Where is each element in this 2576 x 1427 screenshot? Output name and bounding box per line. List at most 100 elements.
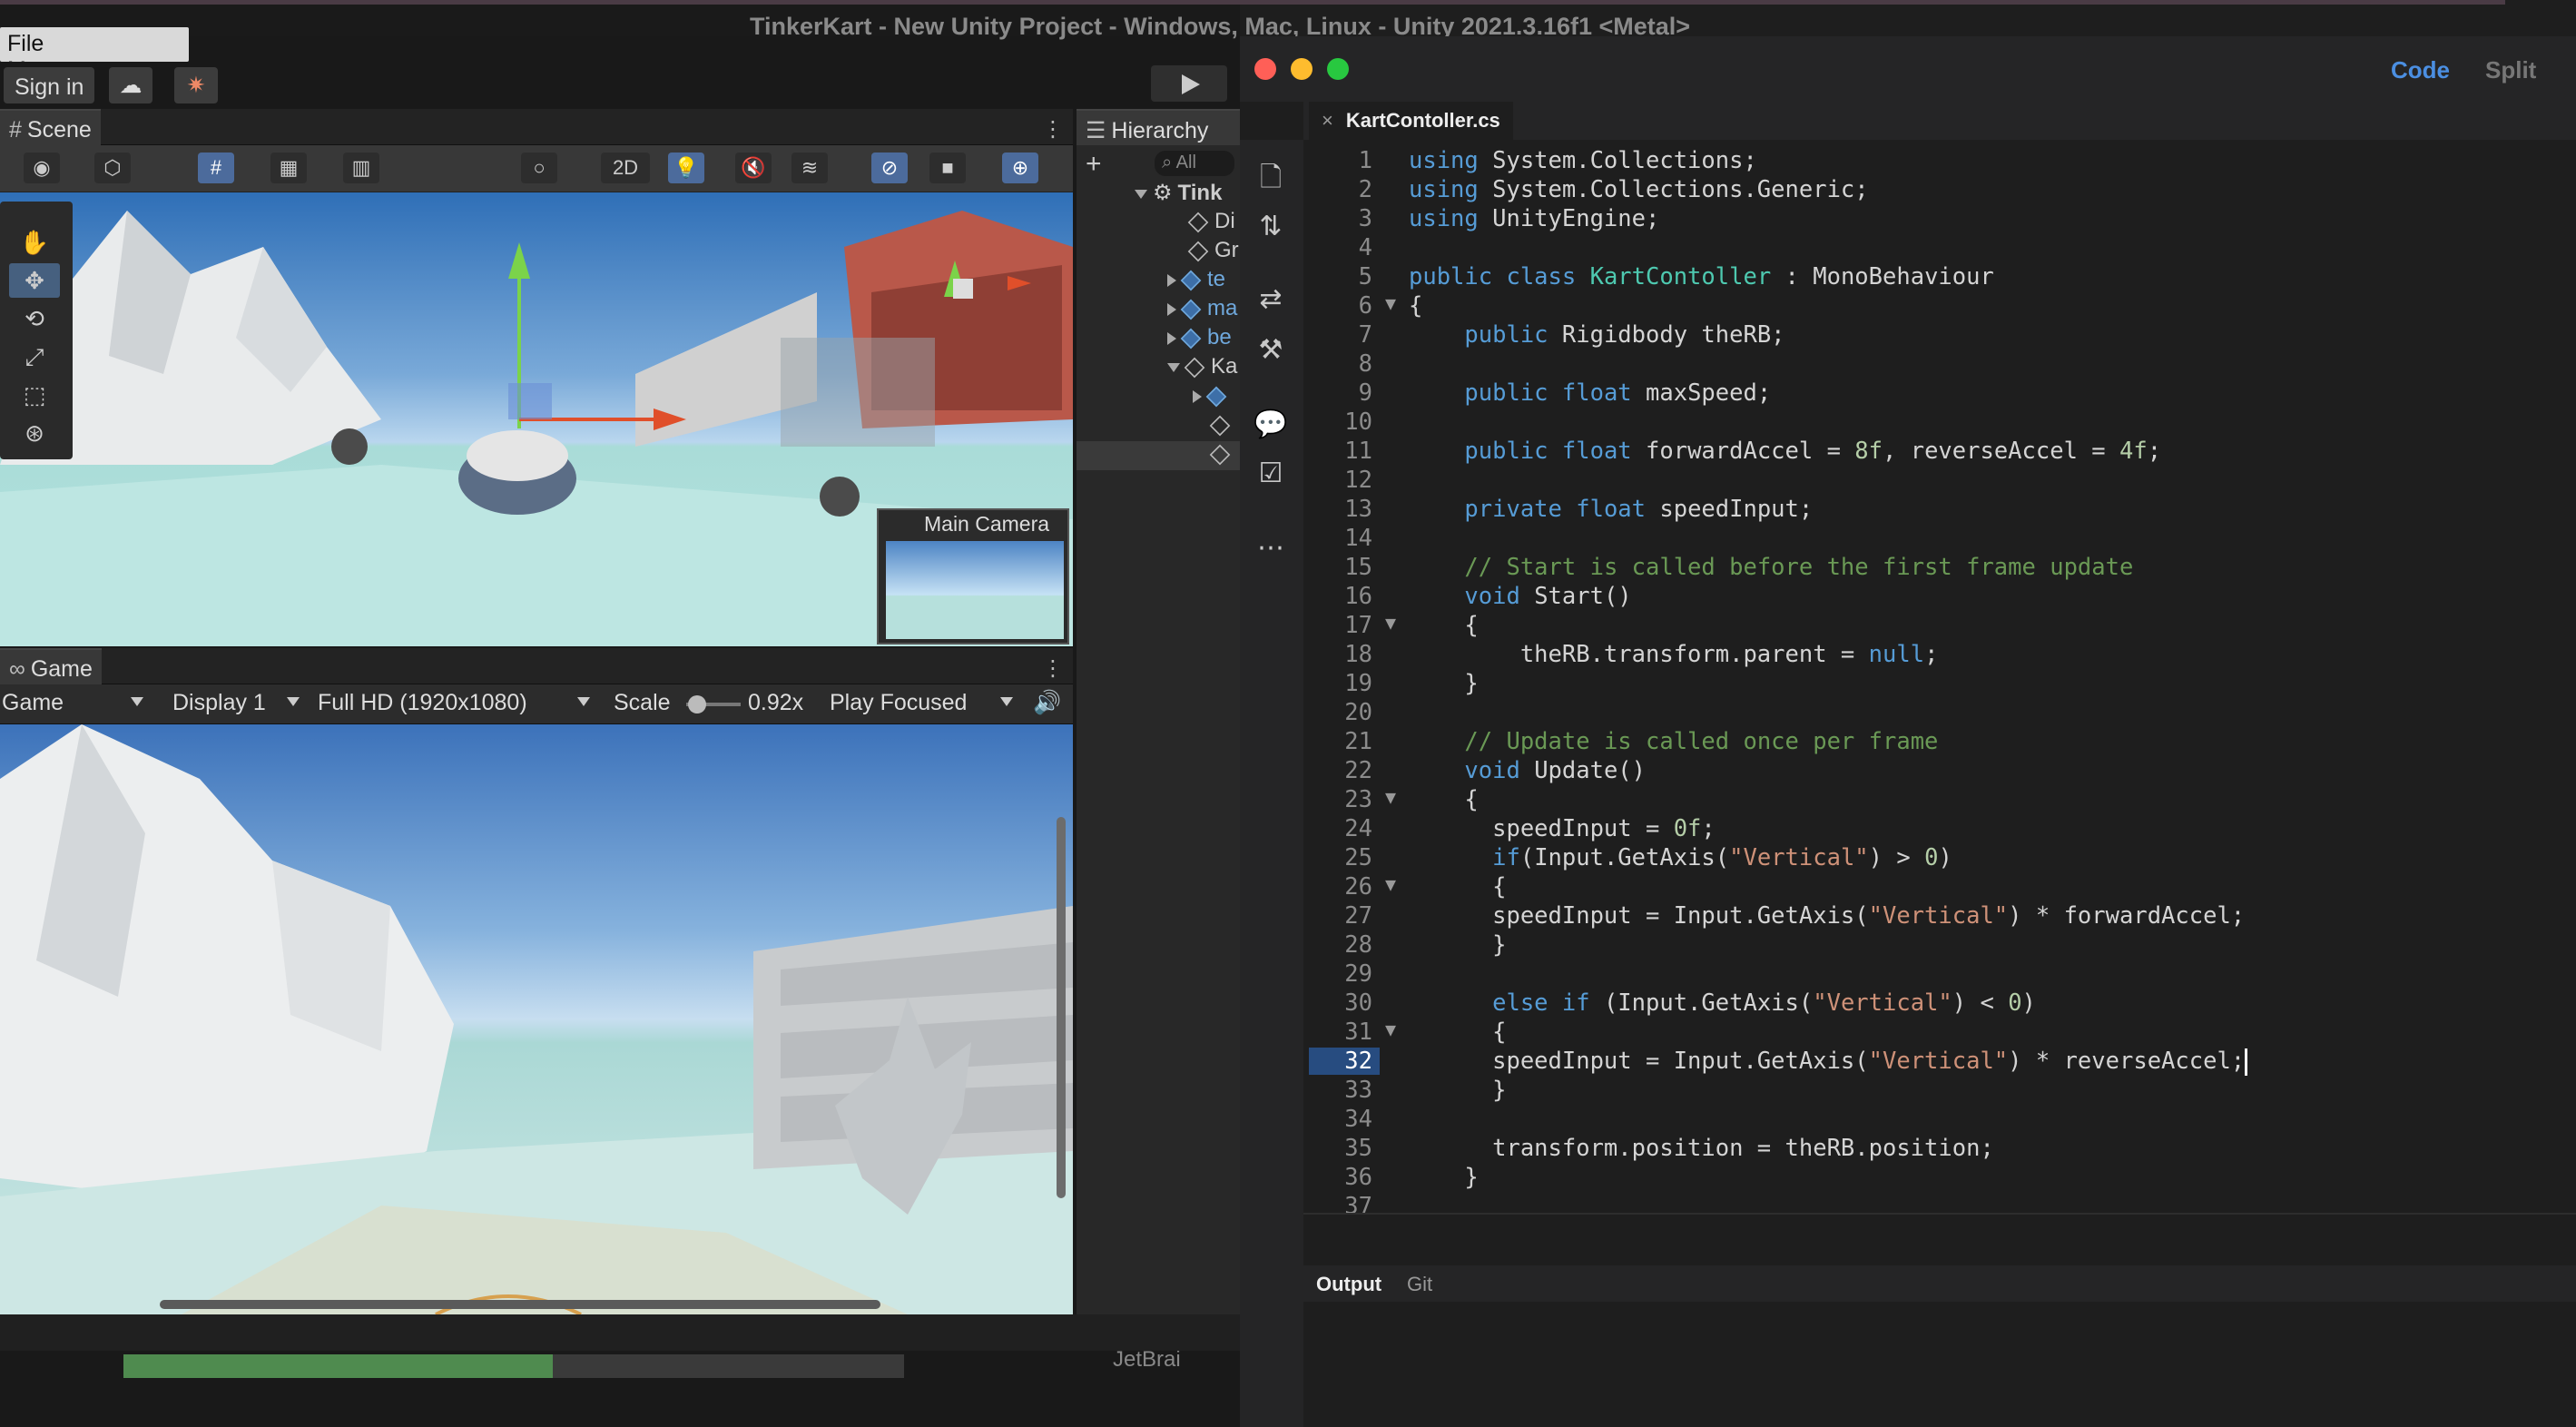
code-line[interactable]: 20 <box>1309 699 2576 728</box>
code-line[interactable]: 26 ▼ { <box>1309 873 2576 902</box>
file-management-menu[interactable]: File Management <box>0 27 189 83</box>
minimize-window-button[interactable] <box>1291 58 1313 80</box>
hierarchy-item-scene[interactable]: ⚙ Tink <box>1077 180 1240 209</box>
code-line[interactable]: 5 public class KartContoller : MonoBehavi… <box>1309 263 2576 292</box>
grid-visibility-icon[interactable]: ▦ <box>270 153 307 183</box>
game-more-icon[interactable]: ⋮ <box>1042 655 1064 682</box>
resolution-select[interactable]: Full HD (1920x1080) <box>318 690 527 716</box>
comment-icon[interactable]: 💬 <box>1253 407 1289 443</box>
hand-tool-icon[interactable]: ✋ <box>9 225 60 260</box>
gizmos-icon[interactable]: ⊕ <box>1002 153 1038 183</box>
fold-toggle-icon[interactable]: ▼ <box>1385 292 1396 314</box>
code-mode-button[interactable]: Code <box>2391 56 2450 84</box>
code-line[interactable]: 10 <box>1309 408 2576 438</box>
code-line[interactable]: 21 // Update is called once per frame <box>1309 728 2576 757</box>
hierarchy-item[interactable] <box>1077 383 1240 412</box>
collab-icon[interactable]: ✷ <box>174 67 218 103</box>
code-line[interactable]: 16 void Start() <box>1309 583 2576 612</box>
code-line[interactable]: 17 ▼ { <box>1309 612 2576 641</box>
sphere-icon[interactable]: ○ <box>521 153 557 183</box>
fold-toggle-icon[interactable]: ▼ <box>1385 1019 1396 1040</box>
fold-toggle-icon[interactable]: ▼ <box>1385 873 1396 895</box>
scene-more-icon[interactable]: ⋮ <box>1042 116 1064 143</box>
sort-icon[interactable]: ⇅ <box>1253 209 1289 245</box>
transform-tool-icon[interactable]: ⊛ <box>9 416 60 450</box>
code-line[interactable]: 19 } <box>1309 670 2576 699</box>
speaker-icon[interactable]: 🔊 <box>1033 690 1061 716</box>
code-line[interactable]: 28 } <box>1309 931 2576 960</box>
rotate-tool-icon[interactable]: ⟲ <box>9 301 60 336</box>
file-icon[interactable]: 🗋 <box>1253 160 1289 196</box>
code-line[interactable]: 8 <box>1309 350 2576 379</box>
grid-snap-icon[interactable]: # <box>198 153 234 183</box>
hierarchy-footer-item[interactable]: JetBrai <box>1077 1347 1240 1376</box>
play-mode-select[interactable]: Play Focused <box>830 690 967 716</box>
game-vertical-scrollbar[interactable] <box>1057 817 1066 1198</box>
split-mode-button[interactable]: Split <box>2485 56 2536 84</box>
tab-git[interactable]: Git <box>1407 1273 1432 1296</box>
code-line[interactable]: 4 <box>1309 234 2576 263</box>
code-line[interactable]: 18 theRB.transform.parent = null; <box>1309 641 2576 670</box>
hierarchy-item[interactable] <box>1077 412 1240 441</box>
close-icon[interactable]: × <box>1322 109 1333 132</box>
code-line[interactable]: 27 speedInput = Input.GetAxis("Vertical"… <box>1309 902 2576 931</box>
tab-hierarchy[interactable]: ☰ Hierarchy <box>1077 109 1240 145</box>
merge-icon[interactable]: ⇄ <box>1253 281 1289 318</box>
code-line[interactable]: 25 if(Input.GetAxis("Vertical") > 0) <box>1309 844 2576 873</box>
fold-toggle-icon[interactable]: ▼ <box>1385 612 1396 634</box>
effects-icon[interactable]: ≋ <box>791 153 828 183</box>
code-line[interactable]: 11 public float forwardAccel = 8f, rever… <box>1309 438 2576 467</box>
render-mode-icon[interactable]: ⬡ <box>94 153 131 183</box>
code-line[interactable]: 32 speedInput = Input.GetAxis("Vertical"… <box>1309 1048 2576 1077</box>
add-icon[interactable]: + <box>1086 149 1102 180</box>
scale-tool-icon[interactable]: ⤢ <box>9 340 60 374</box>
hierarchy-item[interactable]: ma <box>1077 296 1240 325</box>
close-window-button[interactable] <box>1254 58 1276 80</box>
code-line[interactable]: 13 private float speedInput; <box>1309 496 2576 525</box>
hierarchy-item[interactable]: te <box>1077 267 1240 296</box>
audio-mute-icon[interactable]: 🔇 <box>735 153 772 183</box>
review-icon[interactable]: ☑ <box>1253 456 1289 492</box>
code-line[interactable]: 9 public float maxSpeed; <box>1309 379 2576 408</box>
code-line[interactable]: 29 <box>1309 960 2576 989</box>
code-line[interactable]: 24 speedInput = 0f; <box>1309 815 2576 844</box>
code-line[interactable]: 1 using System.Collections; <box>1309 147 2576 176</box>
display-select[interactable]: Display 1 <box>172 690 266 716</box>
code-line[interactable]: 7 public Rigidbody theRB; <box>1309 321 2576 350</box>
scale-slider-handle[interactable] <box>688 695 706 714</box>
code-line[interactable]: 12 <box>1309 467 2576 496</box>
code-line[interactable]: 36 } <box>1309 1164 2576 1193</box>
code-line[interactable]: 23 ▼ { <box>1309 786 2576 815</box>
sign-in-button[interactable]: Sign in <box>4 67 95 103</box>
build-icon[interactable]: ⚒ <box>1253 332 1289 369</box>
hierarchy-item[interactable]: Di <box>1077 209 1240 238</box>
code-line[interactable]: 35 transform.position = theRB.position; <box>1309 1135 2576 1164</box>
2d-toggle[interactable]: 2D <box>601 153 650 183</box>
increment-snap-icon[interactable]: ▥ <box>343 153 379 183</box>
code-line[interactable]: 34 <box>1309 1106 2576 1135</box>
code-line[interactable]: 30 else if (Input.GetAxis("Vertical") < … <box>1309 989 2576 1019</box>
code-line[interactable]: 31 ▼ { <box>1309 1019 2576 1048</box>
rect-tool-icon[interactable]: ⬚ <box>9 378 60 412</box>
code-line[interactable]: 6 ▼ { <box>1309 292 2576 321</box>
tab-scene[interactable]: # Scene <box>0 109 101 145</box>
tab-output[interactable]: Output <box>1316 1273 1381 1296</box>
play-button[interactable] <box>1151 65 1227 102</box>
more-icon[interactable]: ⋯ <box>1253 530 1289 566</box>
cloud-icon[interactable]: ☁ <box>109 67 152 103</box>
game-horizontal-scrollbar[interactable] <box>160 1300 880 1309</box>
code-editor[interactable]: 1 using System.Collections; 2 using System.… <box>1309 140 2576 1220</box>
game-viewport[interactable] <box>0 724 1073 1314</box>
move-tool-icon[interactable]: ✥ <box>9 263 60 298</box>
code-line[interactable]: 3 using UnityEngine; <box>1309 205 2576 234</box>
hierarchy-item[interactable]: Gr <box>1077 238 1240 267</box>
hierarchy-item[interactable]: Ka <box>1077 354 1240 383</box>
file-tab-kartcontoller[interactable]: × KartContoller.cs <box>1309 102 1513 140</box>
draw-mode-icon[interactable]: ◉ <box>24 153 60 183</box>
hierarchy-item[interactable]: be <box>1077 325 1240 354</box>
fold-toggle-icon[interactable]: ▼ <box>1385 786 1396 808</box>
tab-game[interactable]: ∞ Game <box>0 648 102 684</box>
hierarchy-item[interactable] <box>1077 441 1240 470</box>
code-line[interactable]: 22 void Update() <box>1309 757 2576 786</box>
code-line[interactable]: 2 using System.Collections.Generic; <box>1309 176 2576 205</box>
